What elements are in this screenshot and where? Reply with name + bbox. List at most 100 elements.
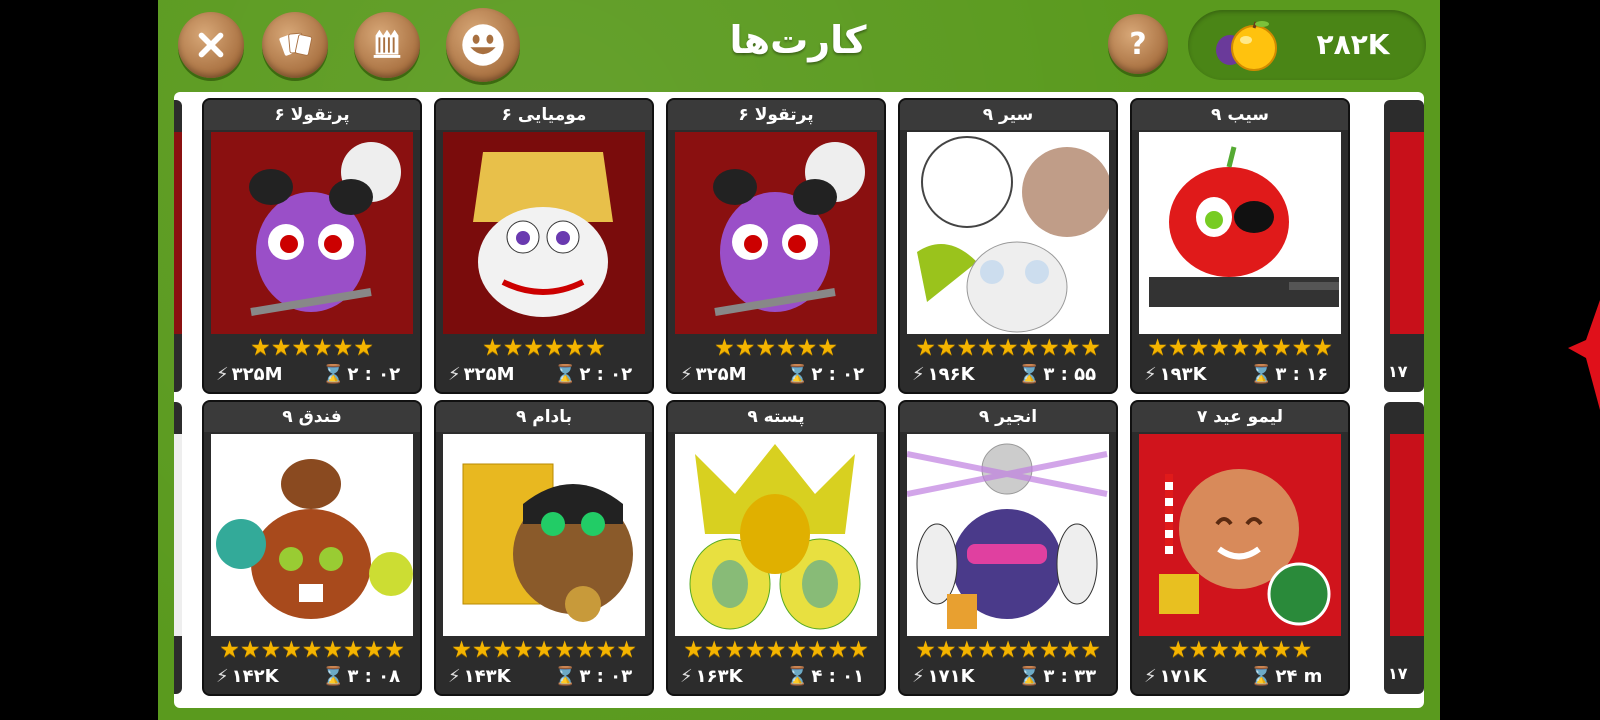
card[interactable]: سیر ۹ ★ ★ ★ ★ ★ ★ ★ ★ ★ ⚡ ۱۹۶K ⌛ ۳ : ۵۵ (900, 100, 1116, 392)
pack-button[interactable] (354, 12, 420, 78)
card[interactable]: پسته ۹ ★ ★ ★ ★ ★ ★ ★ ★ ★ ⚡ ۱۶۳K ⌛ ۴ : ۰۱ (668, 402, 884, 694)
card-stats: ⚡ ۳۲۵M ⌛ ۲ : ۰۲ (436, 360, 652, 390)
star-icon: ★ (544, 335, 565, 361)
card-power: ⚡ ۱۹۶K (912, 364, 975, 385)
smile-icon (462, 24, 504, 66)
card[interactable]: پرتقولا ۶ ★ ★ ★ ★ ★ ★ ⚡ ۳۲۵M ⌛ ۲ : ۰۲ (668, 100, 884, 392)
star-icon: ★ (755, 335, 776, 361)
star-icon: ★ (1209, 637, 1230, 663)
star-icon: ★ (1147, 335, 1168, 361)
star-icon: ★ (977, 335, 998, 361)
star-icon: ★ (1038, 335, 1060, 361)
card[interactable]: انجیر ۹ ★ ★ ★ ★ ★ ★ ★ ★ ★ ⚡ ۱۷۱K ⌛ ۳ : ۳۳ (900, 402, 1116, 694)
star-icon: ★ (683, 637, 704, 663)
card-art-vampire (675, 132, 877, 334)
partial-card-left-bottom[interactable] (174, 402, 182, 694)
star-icon: ★ (1291, 335, 1313, 361)
card-power: ⚡ ۱۷۱K (1144, 666, 1207, 687)
star-icon: ★ (1209, 335, 1230, 361)
card[interactable]: مومیایی ۶ ★ ★ ★ ★ ★ ★ ⚡ ۳۲۵M ⌛ ۲ : ۰۲ (436, 100, 652, 392)
star-icon: ★ (281, 637, 302, 663)
hourglass-icon: ⌛ (322, 364, 345, 385)
card-power-value: ۱۹۳K (1159, 364, 1207, 385)
cards-grid[interactable]: پرتقولا ۶ ★ ★ ★ ★ ★ ★ ⚡ ۳۲۵M ⌛ ۲ : ۰۲ مومیایی ۶ ★ ★ ★ ★… (174, 92, 1424, 708)
lightning-icon: ⚡ (680, 666, 693, 687)
card[interactable]: فندق ۹ ★ ★ ★ ★ ★ ★ ★ ★ ★ ⚡ ۱۴۲K ⌛ ۳ : ۰۸ (204, 402, 420, 694)
partial-card-left-top[interactable] (174, 100, 182, 392)
card-title: پرتقولا ۶ (668, 100, 884, 130)
star-icon: ★ (703, 637, 725, 663)
star-rating: ★ ★ ★ ★ ★ ★ ★ ★ ★ (900, 336, 1116, 360)
hourglass-icon: ⌛ (1250, 666, 1273, 687)
star-icon: ★ (935, 335, 957, 361)
card[interactable]: پرتقولا ۶ ★ ★ ★ ★ ★ ★ ⚡ ۳۲۵M ⌛ ۲ : ۰۲ (204, 100, 420, 392)
partial-card-right-top[interactable]: ۱۷ (1384, 100, 1424, 392)
coin-amount: ۲۸۲K (1316, 28, 1390, 61)
card-power: ⚡ ۱۶۳K (680, 666, 743, 687)
card-time-value: ۳ : ۵۵ (1043, 364, 1097, 385)
star-icon: ★ (595, 637, 617, 663)
close-button[interactable] (178, 12, 244, 78)
card[interactable]: لیمو عید ۷ ★ ★ ★ ★ ★ ★ ★ ⚡ ۱۷۱K ⌛ ۲۴ m (1132, 402, 1348, 694)
help-label: ? (1129, 26, 1147, 62)
card-time-value: ۴ : ۰۱ (811, 666, 865, 687)
star-icon: ★ (502, 335, 524, 361)
card[interactable]: بادام ۹ ★ ★ ★ ★ ★ ★ ★ ★ ★ ⚡ ۱۴۳K ⌛ ۳ : ۰۳ (436, 402, 652, 694)
star-icon: ★ (1250, 637, 1271, 663)
star-icon: ★ (1080, 637, 1101, 663)
card-time-value: ۲ : ۰۲ (347, 364, 401, 385)
lightning-icon: ⚡ (1144, 666, 1157, 687)
card-power: ⚡ ۱۴۳K (448, 666, 511, 687)
star-icon: ★ (977, 637, 998, 663)
page-title: کارت‌ها (729, 18, 867, 62)
card[interactable]: سیب ۹ ★ ★ ★ ★ ★ ★ ★ ★ ★ ⚡ ۱۹۳K ⌛ ۳ : ۱۶ (1132, 100, 1348, 392)
star-icon: ★ (1018, 335, 1039, 361)
card-stats: ⚡ ۱۹۶K ⌛ ۳ : ۵۵ (900, 360, 1116, 390)
card-title: سیر ۹ (900, 100, 1116, 130)
star-icon: ★ (1270, 335, 1292, 361)
partial-card-power: ۱۷ (1388, 362, 1408, 381)
card-title: سیب ۹ (1132, 100, 1348, 130)
card-time: ⌛ ۳ : ۱۶ (1250, 364, 1328, 385)
card-stats: ⚡ ۳۲۵M ⌛ ۲ : ۰۲ (204, 360, 420, 390)
star-icon: ★ (260, 637, 282, 663)
star-icon: ★ (451, 637, 472, 663)
star-icon: ★ (827, 637, 849, 663)
help-button[interactable]: ? (1108, 14, 1168, 74)
card-title: لیمو عید ۷ (1132, 402, 1348, 432)
card-power: ⚡ ۳۲۵M (448, 364, 515, 385)
lightning-icon: ⚡ (680, 364, 693, 385)
star-icon: ★ (513, 637, 534, 663)
close-icon (198, 32, 224, 58)
card-power-value: ۱۴۳K (463, 666, 511, 687)
lightning-icon: ⚡ (912, 364, 925, 385)
card-stats: ⚡ ۱۴۳K ⌛ ۳ : ۰۳ (436, 662, 652, 692)
hourglass-icon: ⌛ (786, 666, 809, 687)
star-icon: ★ (332, 335, 354, 361)
cards-button[interactable] (262, 12, 328, 78)
star-rating: ★ ★ ★ ★ ★ ★ (668, 336, 884, 360)
card-stats: ⚡ ۱۷۱K ⌛ ۲۴ m (1132, 662, 1348, 692)
star-icon: ★ (817, 335, 838, 361)
hourglass-icon: ⌛ (1018, 666, 1041, 687)
star-icon: ★ (724, 637, 746, 663)
currency-counter: ۲۸۲K (1188, 10, 1426, 80)
star-icon: ★ (806, 637, 828, 663)
lightning-icon: ⚡ (1144, 364, 1157, 385)
star-icon: ★ (564, 335, 586, 361)
lightning-icon: ⚡ (448, 364, 461, 385)
star-icon: ★ (322, 637, 343, 663)
card-stats: ⚡ ۱۹۳K ⌛ ۳ : ۱۶ (1132, 360, 1348, 390)
card-time: ⌛ ۴ : ۰۱ (786, 666, 864, 687)
star-icon: ★ (956, 637, 978, 663)
profile-button[interactable] (446, 8, 520, 82)
star-icon: ★ (935, 637, 957, 663)
star-rating: ★ ★ ★ ★ ★ ★ ★ ★ ★ (668, 638, 884, 662)
star-icon: ★ (714, 335, 735, 361)
star-icon: ★ (312, 335, 333, 361)
star-rating: ★ ★ ★ ★ ★ ★ ★ ★ ★ (900, 638, 1116, 662)
partial-card-right-bottom[interactable]: ۱۷ (1384, 402, 1424, 694)
star-icon: ★ (915, 637, 936, 663)
golden-apple-icon (1216, 21, 1277, 71)
star-icon: ★ (523, 335, 544, 361)
